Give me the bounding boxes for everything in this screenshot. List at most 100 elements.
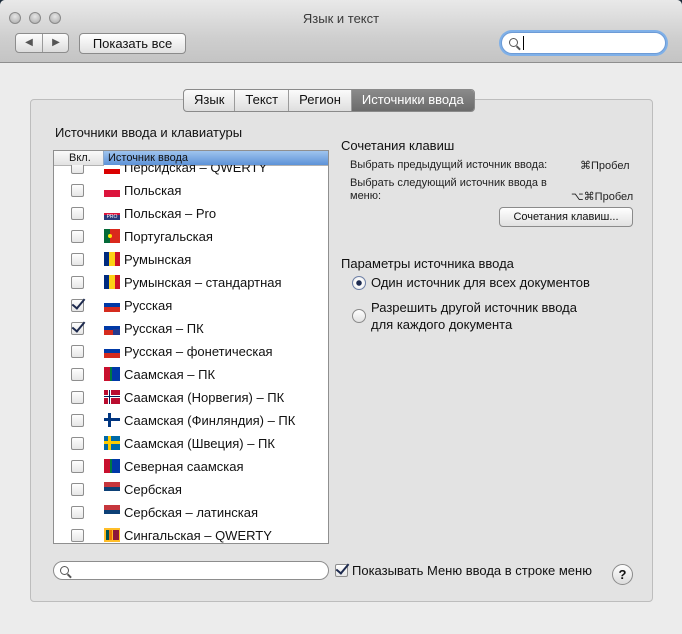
shortcut-next-keys: ⌥⌘Пробел — [571, 191, 634, 203]
list-item[interactable]: Саамская (Норвегия) – ПК — [54, 386, 328, 409]
list-item[interactable]: Румынская — [54, 248, 328, 271]
list-item-label: Польская – Pro — [124, 206, 217, 221]
flag-icon — [104, 183, 120, 197]
flag-icon — [104, 528, 120, 542]
column-header-source[interactable]: Источник ввода — [103, 151, 328, 165]
list-item-label: Персидская – QWERTY — [124, 165, 268, 175]
enable-checkbox[interactable] — [71, 368, 84, 381]
list-header: Вкл. Источник ввода — [54, 151, 328, 166]
input-sources-list[interactable]: Вкл. Источник ввода Персидская – QWERTY П… — [53, 150, 329, 544]
flag-icon — [104, 436, 120, 450]
keyboard-shortcuts-button[interactable]: Сочетания клавиш... — [499, 207, 633, 227]
list-item[interactable]: Русская – фонетическая — [54, 340, 328, 363]
list-item[interactable]: PRO Польская – Pro — [54, 202, 328, 225]
radio-one-source[interactable] — [352, 276, 366, 290]
search-icon — [509, 38, 518, 47]
window-title: Язык и текст — [302, 11, 380, 26]
help-icon: ? — [618, 567, 627, 582]
radio-one-source-label: Один источник для всех документов — [371, 275, 590, 290]
titlebar: Язык и текст ◀ ▶ Показать все — [0, 0, 682, 63]
tab-text[interactable]: Текст — [235, 90, 290, 111]
tab-input-sources[interactable]: Источники ввода — [351, 90, 474, 111]
enable-checkbox[interactable] — [71, 437, 84, 450]
list-item[interactable]: Саамская (Швеция) – ПК — [54, 432, 328, 455]
enable-checkbox[interactable] — [71, 230, 84, 243]
search-icon — [60, 566, 69, 575]
flag-icon — [104, 367, 120, 381]
list-item[interactable]: Румынская – стандартная — [54, 271, 328, 294]
flag-icon — [104, 321, 120, 335]
column-header-enabled[interactable]: Вкл. — [54, 151, 103, 165]
help-button[interactable]: ? — [612, 564, 633, 585]
list-item-label: Польская — [124, 183, 182, 198]
list-item-label: Сингальская – QWERTY — [124, 528, 272, 543]
list-item[interactable]: Русская — [54, 294, 328, 317]
enable-checkbox[interactable] — [71, 506, 84, 519]
flag-icon: PRO — [104, 206, 120, 220]
shortcut-prev-label: Выбрать предыдущий источник ввода: — [350, 159, 548, 171]
flag-icon — [104, 482, 120, 496]
preferences-window: Язык и текст ◀ ▶ Показать все Язык Текст… — [0, 0, 682, 634]
sources-search-field[interactable] — [53, 561, 329, 580]
flag-icon — [104, 344, 120, 358]
nav-segment: ◀ ▶ — [15, 33, 69, 53]
list-item[interactable]: Польская — [54, 179, 328, 202]
list-item[interactable]: Саамская – ПК — [54, 363, 328, 386]
enable-checkbox[interactable] — [71, 276, 84, 289]
list-item-label: Сербская – латинская — [124, 505, 259, 520]
enable-checkbox[interactable] — [71, 207, 84, 220]
flag-icon — [104, 413, 120, 427]
flag-icon — [104, 459, 120, 473]
flag-icon — [104, 229, 120, 243]
radio-per-document-label-2: для каждого документа — [371, 317, 513, 332]
list-item[interactable]: Саамская (Финляндия) – ПК — [54, 409, 328, 432]
radio-per-document[interactable] — [352, 309, 366, 323]
tab-language[interactable]: Язык — [184, 90, 236, 111]
params-heading: Параметры источника ввода — [341, 256, 514, 271]
list-item-label: Русская — [124, 298, 173, 313]
list-rows: Персидская – QWERTY Польская PRO Польская –… — [54, 165, 328, 543]
enable-checkbox[interactable] — [71, 460, 84, 473]
list-item-label: Сербская — [124, 482, 182, 497]
list-item[interactable]: Сербская — [54, 478, 328, 501]
text-caret — [523, 36, 524, 50]
flag-icon — [104, 165, 120, 174]
list-item[interactable]: Северная саамская — [54, 455, 328, 478]
enable-checkbox[interactable] — [71, 253, 84, 266]
tab-bar: Язык Текст Регион Источники ввода — [183, 89, 475, 112]
list-item[interactable]: Сербская – латинская — [54, 501, 328, 524]
enable-checkbox[interactable] — [71, 483, 84, 496]
shortcut-prev-keys: ⌘Пробел — [580, 160, 630, 172]
list-item[interactable]: Сингальская – QWERTY — [54, 524, 328, 543]
list-item[interactable]: Португальская — [54, 225, 328, 248]
tab-region[interactable]: Регион — [289, 90, 352, 111]
forward-button[interactable]: ▶ — [43, 34, 69, 52]
flag-icon — [104, 298, 120, 312]
back-button[interactable]: ◀ — [16, 34, 42, 52]
list-item[interactable]: Русская – ПК — [54, 317, 328, 340]
enable-checkbox[interactable] — [71, 529, 84, 542]
show-input-menu-checkbox[interactable] — [335, 564, 348, 577]
flag-icon — [104, 390, 120, 404]
list-item-label: Португальская — [124, 229, 213, 244]
enable-checkbox[interactable] — [71, 345, 84, 358]
show-all-button[interactable]: Показать все — [79, 33, 186, 54]
enable-checkbox[interactable] — [71, 391, 84, 404]
list-item-label: Саамская (Норвегия) – ПК — [124, 390, 285, 405]
list-item[interactable]: Персидская – QWERTY — [54, 165, 328, 179]
flag-icon — [104, 252, 120, 266]
enable-checkbox[interactable] — [71, 165, 84, 174]
shortcut-next-label: Выбрать следующий источник ввода в — [350, 177, 547, 189]
list-item-label: Саамская (Швеция) – ПК — [124, 436, 275, 451]
flag-icon — [104, 275, 120, 289]
enable-checkbox[interactable] — [71, 414, 84, 427]
list-item-label: Саамская – ПК — [124, 367, 216, 382]
shortcuts-heading: Сочетания клавиш — [341, 138, 455, 153]
shortcut-next-label-cont: меню: — [350, 190, 382, 202]
toolbar-search-field[interactable] — [501, 32, 666, 54]
flag-icon — [104, 505, 120, 519]
enable-checkbox[interactable] — [71, 184, 84, 197]
enable-checkbox[interactable] — [71, 322, 84, 335]
sources-heading: Источники ввода и клавиатуры — [55, 125, 243, 140]
enable-checkbox[interactable] — [71, 299, 84, 312]
